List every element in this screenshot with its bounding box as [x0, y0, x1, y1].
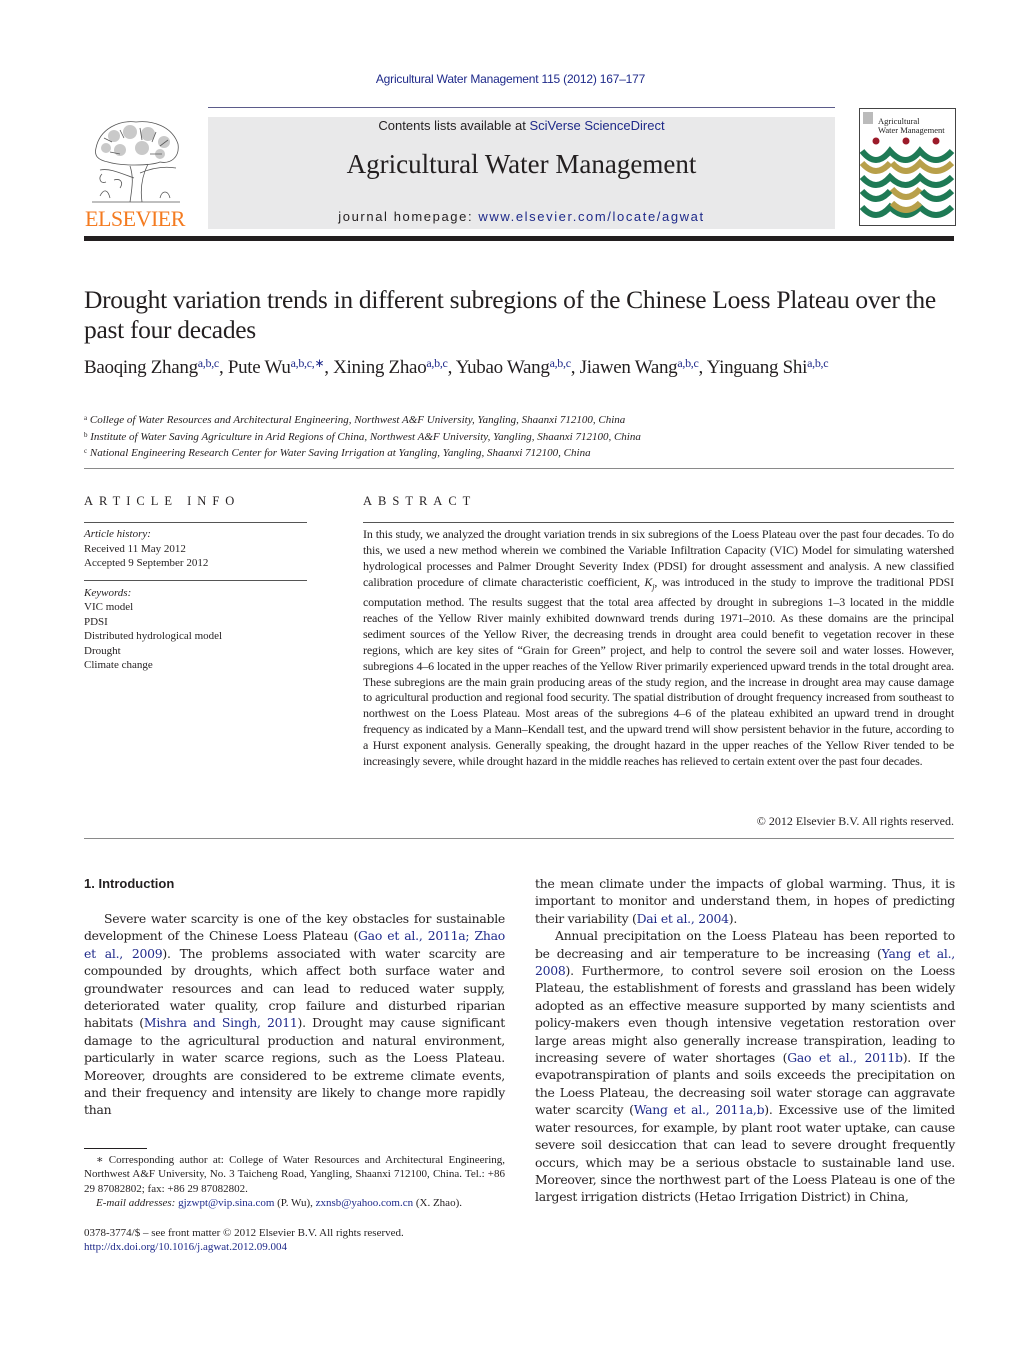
affiliation-key: b	[84, 430, 88, 439]
citation-link[interactable]: Mishra and Singh, 2011	[144, 1015, 298, 1030]
author[interactable]: Baoqing Zhanga,b,c	[84, 356, 219, 378]
author[interactable]: Pute Wua,b,c,∗	[227, 356, 325, 378]
cover-title-line2: Water Management	[878, 125, 945, 135]
cover-publisher-mark	[863, 112, 873, 124]
paragraph: Annual precipitation on the Loess Platea…	[535, 927, 955, 1206]
keyword: PDSI	[84, 615, 108, 628]
affiliation-text: Institute of Water Saving Agriculture in…	[90, 430, 641, 443]
author-affil-marks[interactable]: a,b,c	[807, 356, 828, 370]
citation-link[interactable]: Wang et al., 2011a,b	[634, 1102, 765, 1117]
affiliation-key: c	[84, 447, 88, 455]
email-owner: (P. Wu),	[274, 1196, 316, 1209]
author-affil-marks[interactable]: a,b,c	[426, 356, 447, 370]
author[interactable]: Yinguang Shia,b,c	[706, 356, 829, 378]
history-label: Article history:	[84, 528, 151, 540]
affiliation-key: a	[84, 414, 88, 422]
body-column-left: Severe water scarcity is one of the key …	[84, 910, 505, 1119]
author-name: Jiawen Wang	[579, 357, 678, 378]
text-run: ).	[728, 910, 738, 926]
author-list: Baoqing Zhanga,b,c, Pute Wua,b,c,∗, Xini…	[84, 356, 829, 378]
doi-link[interactable]: http://dx.doi.org/10.1016/j.agwat.2012.0…	[84, 1241, 287, 1253]
elsevier-tree-icon	[92, 121, 180, 203]
journal-banner: Contents lists available at SciVerse Sci…	[208, 117, 835, 229]
keyword: VIC model	[84, 601, 134, 613]
keyword: Climate change	[84, 659, 153, 671]
homepage-prefix: journal homepage:	[338, 209, 479, 224]
author[interactable]: Xining Zhaoa,b,c	[333, 356, 448, 378]
email-line: E-mail addresses: gjzwpt@vip.sina.com (P…	[84, 1196, 505, 1210]
divider	[84, 522, 307, 523]
cover-title: Agricultural Water Management	[878, 117, 945, 135]
elsevier-wordmark: ELSEVIER	[85, 206, 185, 231]
article-info: Article history: Received 11 May 2012 Ac…	[84, 527, 309, 673]
paragraph: the mean climate under the impacts of gl…	[535, 875, 955, 927]
keyword: Drought	[84, 644, 121, 657]
front-matter: 0378-3774/$ – see front matter © 2012 El…	[84, 1226, 505, 1255]
keyword: Distributed hydrological model	[84, 630, 223, 642]
affiliation: a College of Water Resources and Archite…	[84, 411, 964, 428]
abstract-text: In this study, we analyzed the drought v…	[363, 527, 954, 770]
journal-homepage: journal homepage: www.elsevier.com/locat…	[208, 209, 835, 224]
citation-link[interactable]: Dai et al., 2004	[637, 911, 729, 926]
cover-pattern-icon	[860, 137, 955, 218]
author-name: Pute Wu	[227, 357, 291, 378]
header-thick-rule	[84, 236, 954, 241]
contents-line: Contents lists available at SciVerse Sci…	[208, 118, 835, 133]
text-run: ). Drought may cause significant damage …	[84, 1015, 505, 1118]
email-owner: (X. Zhao).	[413, 1196, 462, 1209]
divider	[84, 579, 307, 581]
affiliation: c National Engineering Research Center f…	[84, 444, 964, 461]
affiliation-text: College of Water Resources and Architect…	[89, 414, 626, 426]
sciencedirect-link[interactable]: SciVerse ScienceDirect	[529, 118, 664, 133]
email-label: E-mail addresses:	[96, 1196, 176, 1209]
section-heading-introduction: 1. Introduction	[84, 876, 175, 891]
issn-line: 0378-3774/$ – see front matter © 2012 El…	[84, 1227, 404, 1239]
abstract-heading: ABSTRACT	[363, 494, 477, 508]
author-affil-marks[interactable]: a,b,c	[198, 356, 219, 370]
author-name: Baoqing Zhang	[84, 357, 198, 378]
elsevier-logo[interactable]: ELSEVIER	[84, 118, 186, 231]
article-info-heading: ARTICLE INFO	[84, 494, 241, 508]
author[interactable]: Yubao Wanga,b,c	[455, 356, 571, 378]
corresponding-author-text: ∗ Corresponding author at: College of Wa…	[84, 1154, 505, 1195]
affiliation: b Institute of Water Saving Agriculture …	[84, 428, 964, 445]
journal-cover-thumbnail[interactable]: Agricultural Water Management	[859, 108, 956, 226]
author-name: Xining Zhao	[333, 357, 427, 378]
header-divider	[208, 107, 835, 108]
citation-link[interactable]: Gao et al., 2011b	[787, 1050, 903, 1065]
text-run: ). Excessive use of the limited water re…	[535, 1102, 955, 1205]
body-column-right: the mean climate under the impacts of gl…	[535, 875, 955, 1206]
author-affil-marks[interactable]: a,b,c,∗	[291, 356, 325, 370]
received-date: Received 11 May 2012	[84, 542, 186, 555]
journal-citation[interactable]: Agricultural Water Management 115 (2012)…	[0, 72, 1021, 86]
divider	[84, 838, 954, 839]
keywords-label: Keywords:	[84, 586, 132, 599]
accepted-date: Accepted 9 September 2012	[84, 557, 209, 569]
affiliation-text: National Engineering Research Center for…	[89, 447, 591, 459]
corresponding-author-footnote: ∗ Corresponding author at: College of Wa…	[84, 1153, 505, 1210]
text-run: the mean climate under the impacts of gl…	[535, 876, 955, 926]
author-name: Yubao Wang	[455, 357, 550, 378]
author-name: Yinguang Shi	[706, 357, 808, 378]
footnote-rule	[84, 1148, 147, 1149]
paragraph: Severe water scarcity is one of the key …	[84, 910, 505, 1119]
author[interactable]: Jiawen Wanga,b,c	[579, 356, 699, 378]
author-affil-marks[interactable]: a,b,c	[550, 356, 571, 370]
divider	[84, 468, 954, 469]
article-title: Drought variation trends in different su…	[84, 285, 936, 344]
author-affil-marks[interactable]: a,b,c	[677, 356, 698, 370]
affiliations: a College of Water Resources and Archite…	[84, 411, 964, 461]
divider	[363, 522, 954, 523]
journal-name: Agricultural Water Management	[346, 149, 697, 179]
email-link[interactable]: gjzwpt@vip.sina.com	[178, 1197, 274, 1209]
email-link[interactable]: zxnsb@yahoo.com.cn	[316, 1197, 414, 1209]
homepage-link[interactable]: www.elsevier.com/locate/agwat	[478, 209, 704, 224]
abstract-part: , was introduced in the study to improve…	[363, 574, 955, 769]
contents-prefix: Contents lists available at	[378, 118, 530, 133]
abstract-copyright: © 2012 Elsevier B.V. All rights reserved…	[756, 814, 954, 828]
